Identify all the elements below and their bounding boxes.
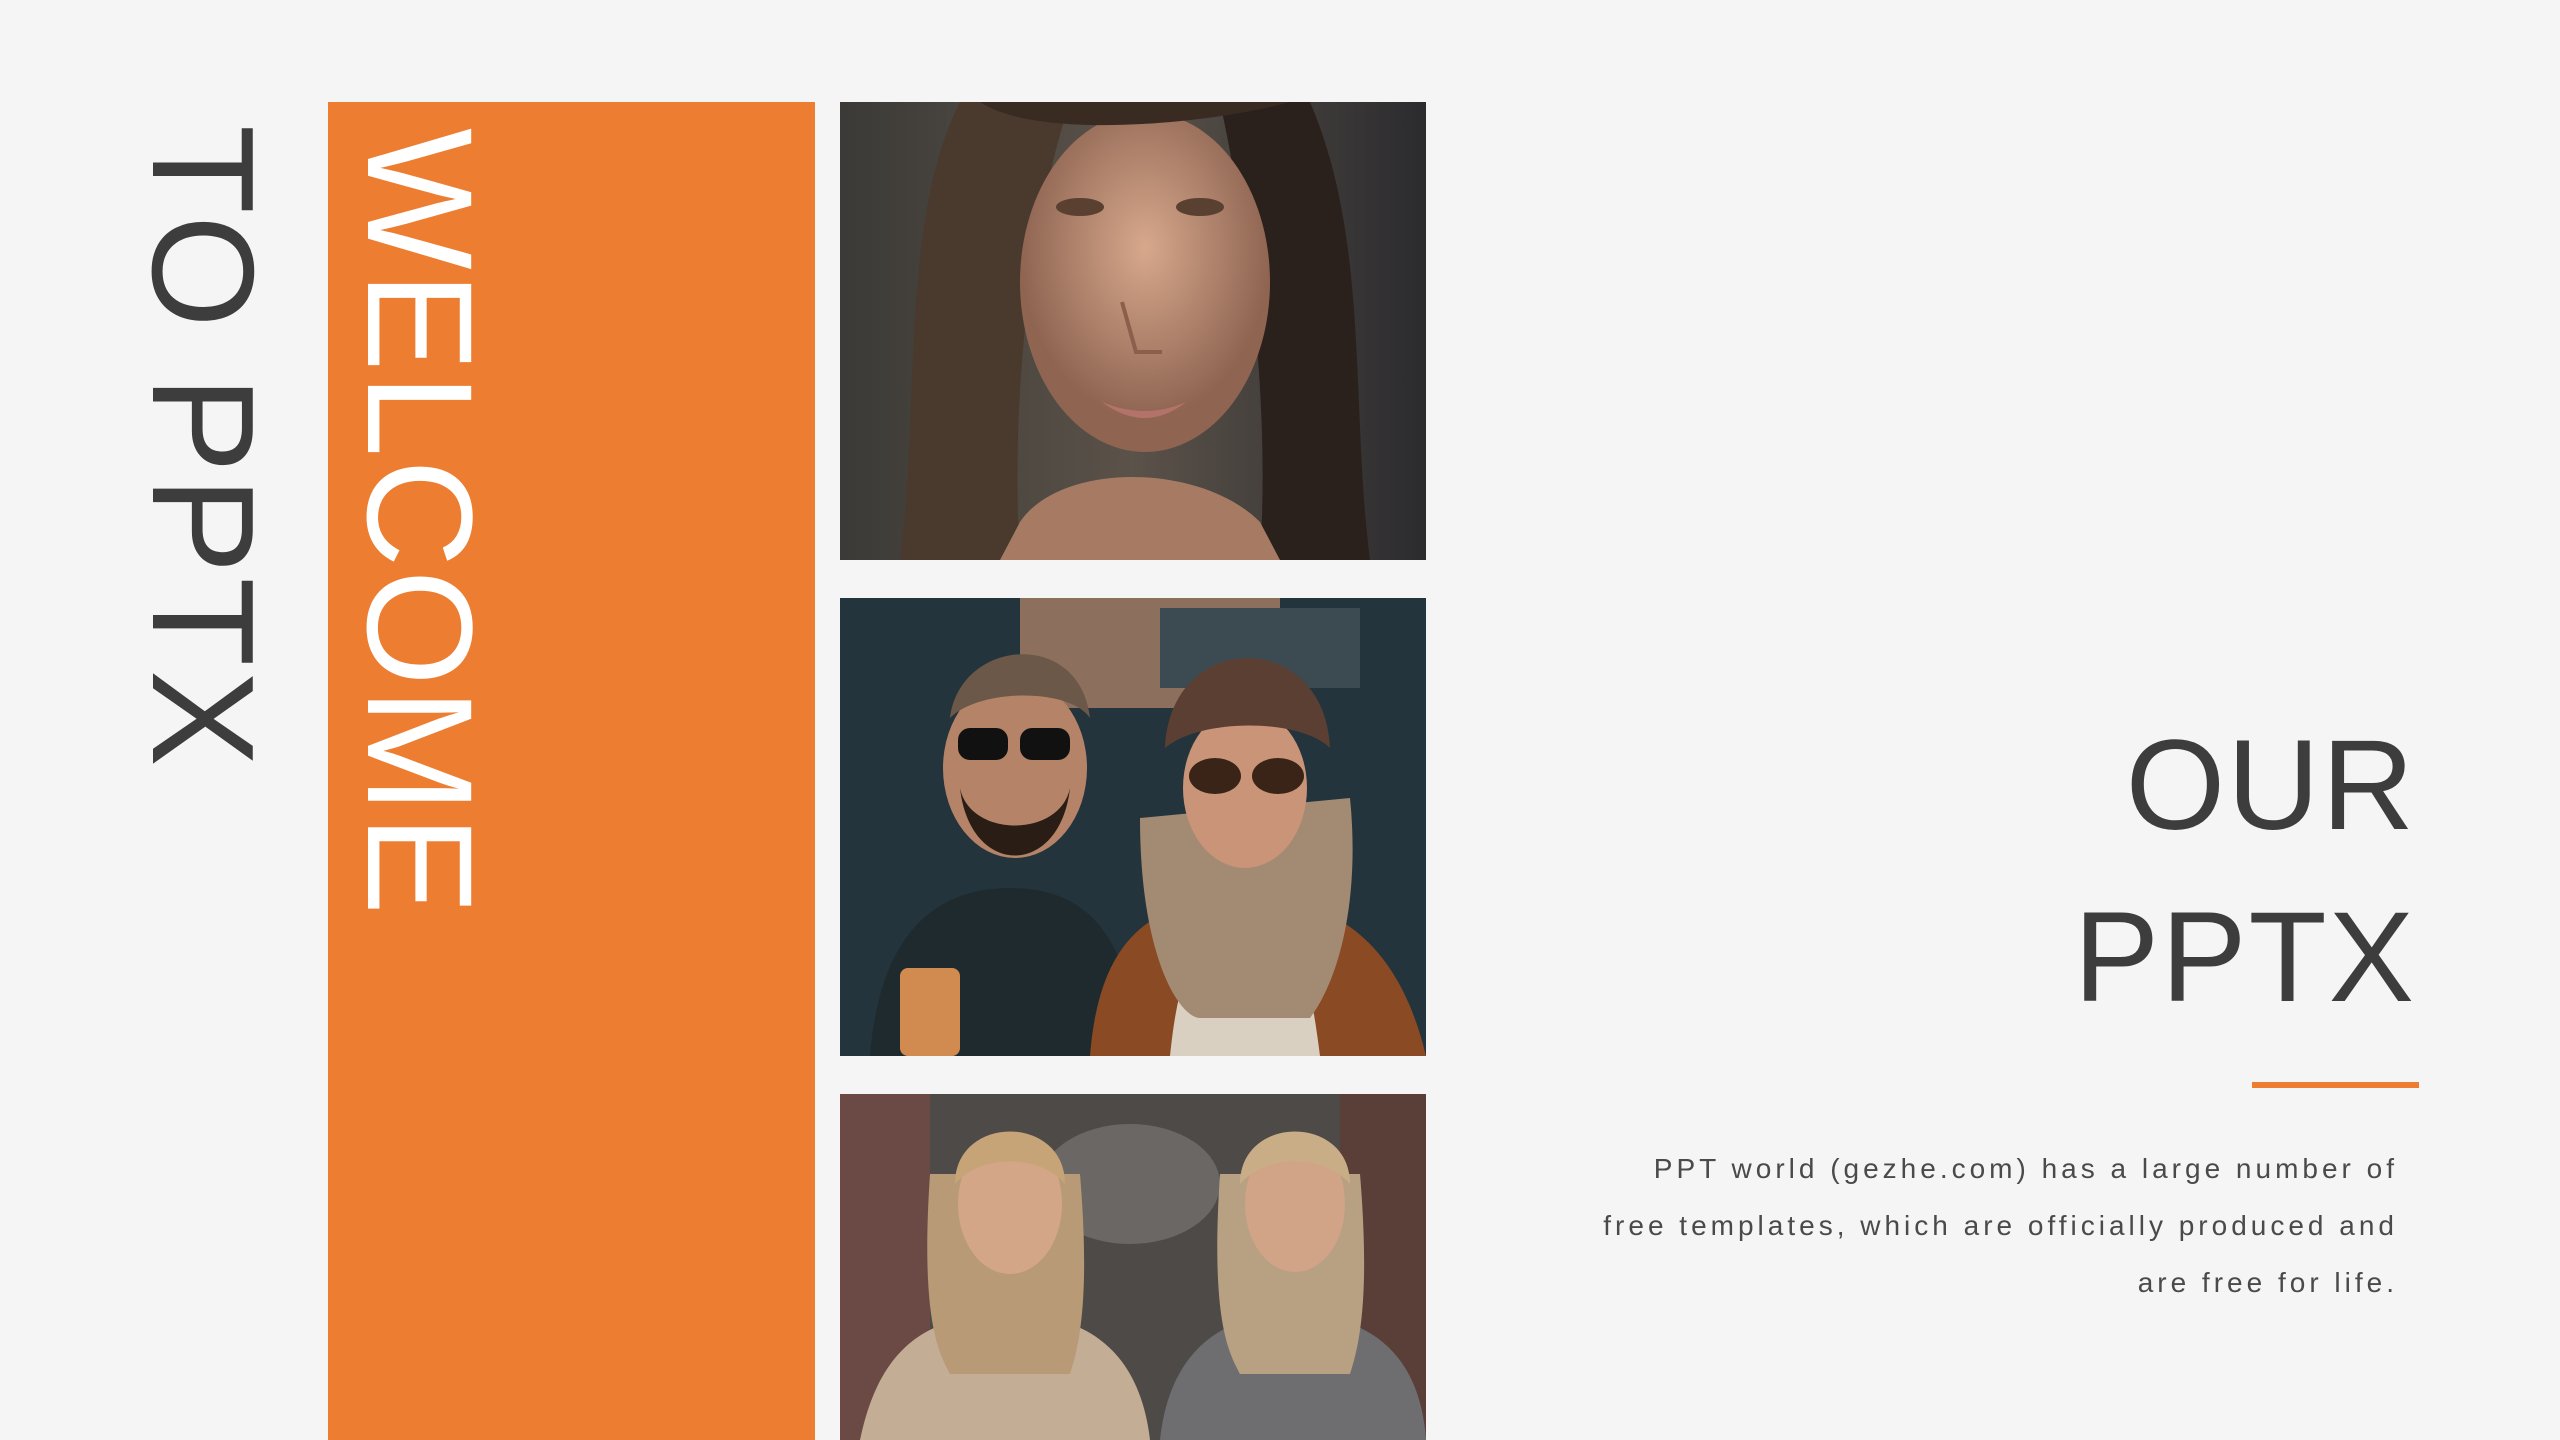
banner-title: WELCOME: [336, 128, 504, 918]
headline-line-1: OUR: [2125, 714, 2416, 857]
description-text: PPT world (gezhe.com) has a large number…: [1603, 1153, 2398, 1298]
couple-street-photo: [840, 598, 1426, 1056]
two-women-street-photo: [840, 1094, 1426, 1440]
side-title: TO PPTX: [122, 125, 284, 771]
headline: OUR PPTX: [2074, 700, 2416, 1044]
slide: TO PPTX WELCOME OUR PPTX PPT world (gezh…: [0, 0, 2560, 1440]
portrait-woman-photo: [840, 102, 1426, 560]
headline-line-2: PPTX: [2073, 886, 2416, 1029]
accent-divider: [2252, 1082, 2419, 1088]
